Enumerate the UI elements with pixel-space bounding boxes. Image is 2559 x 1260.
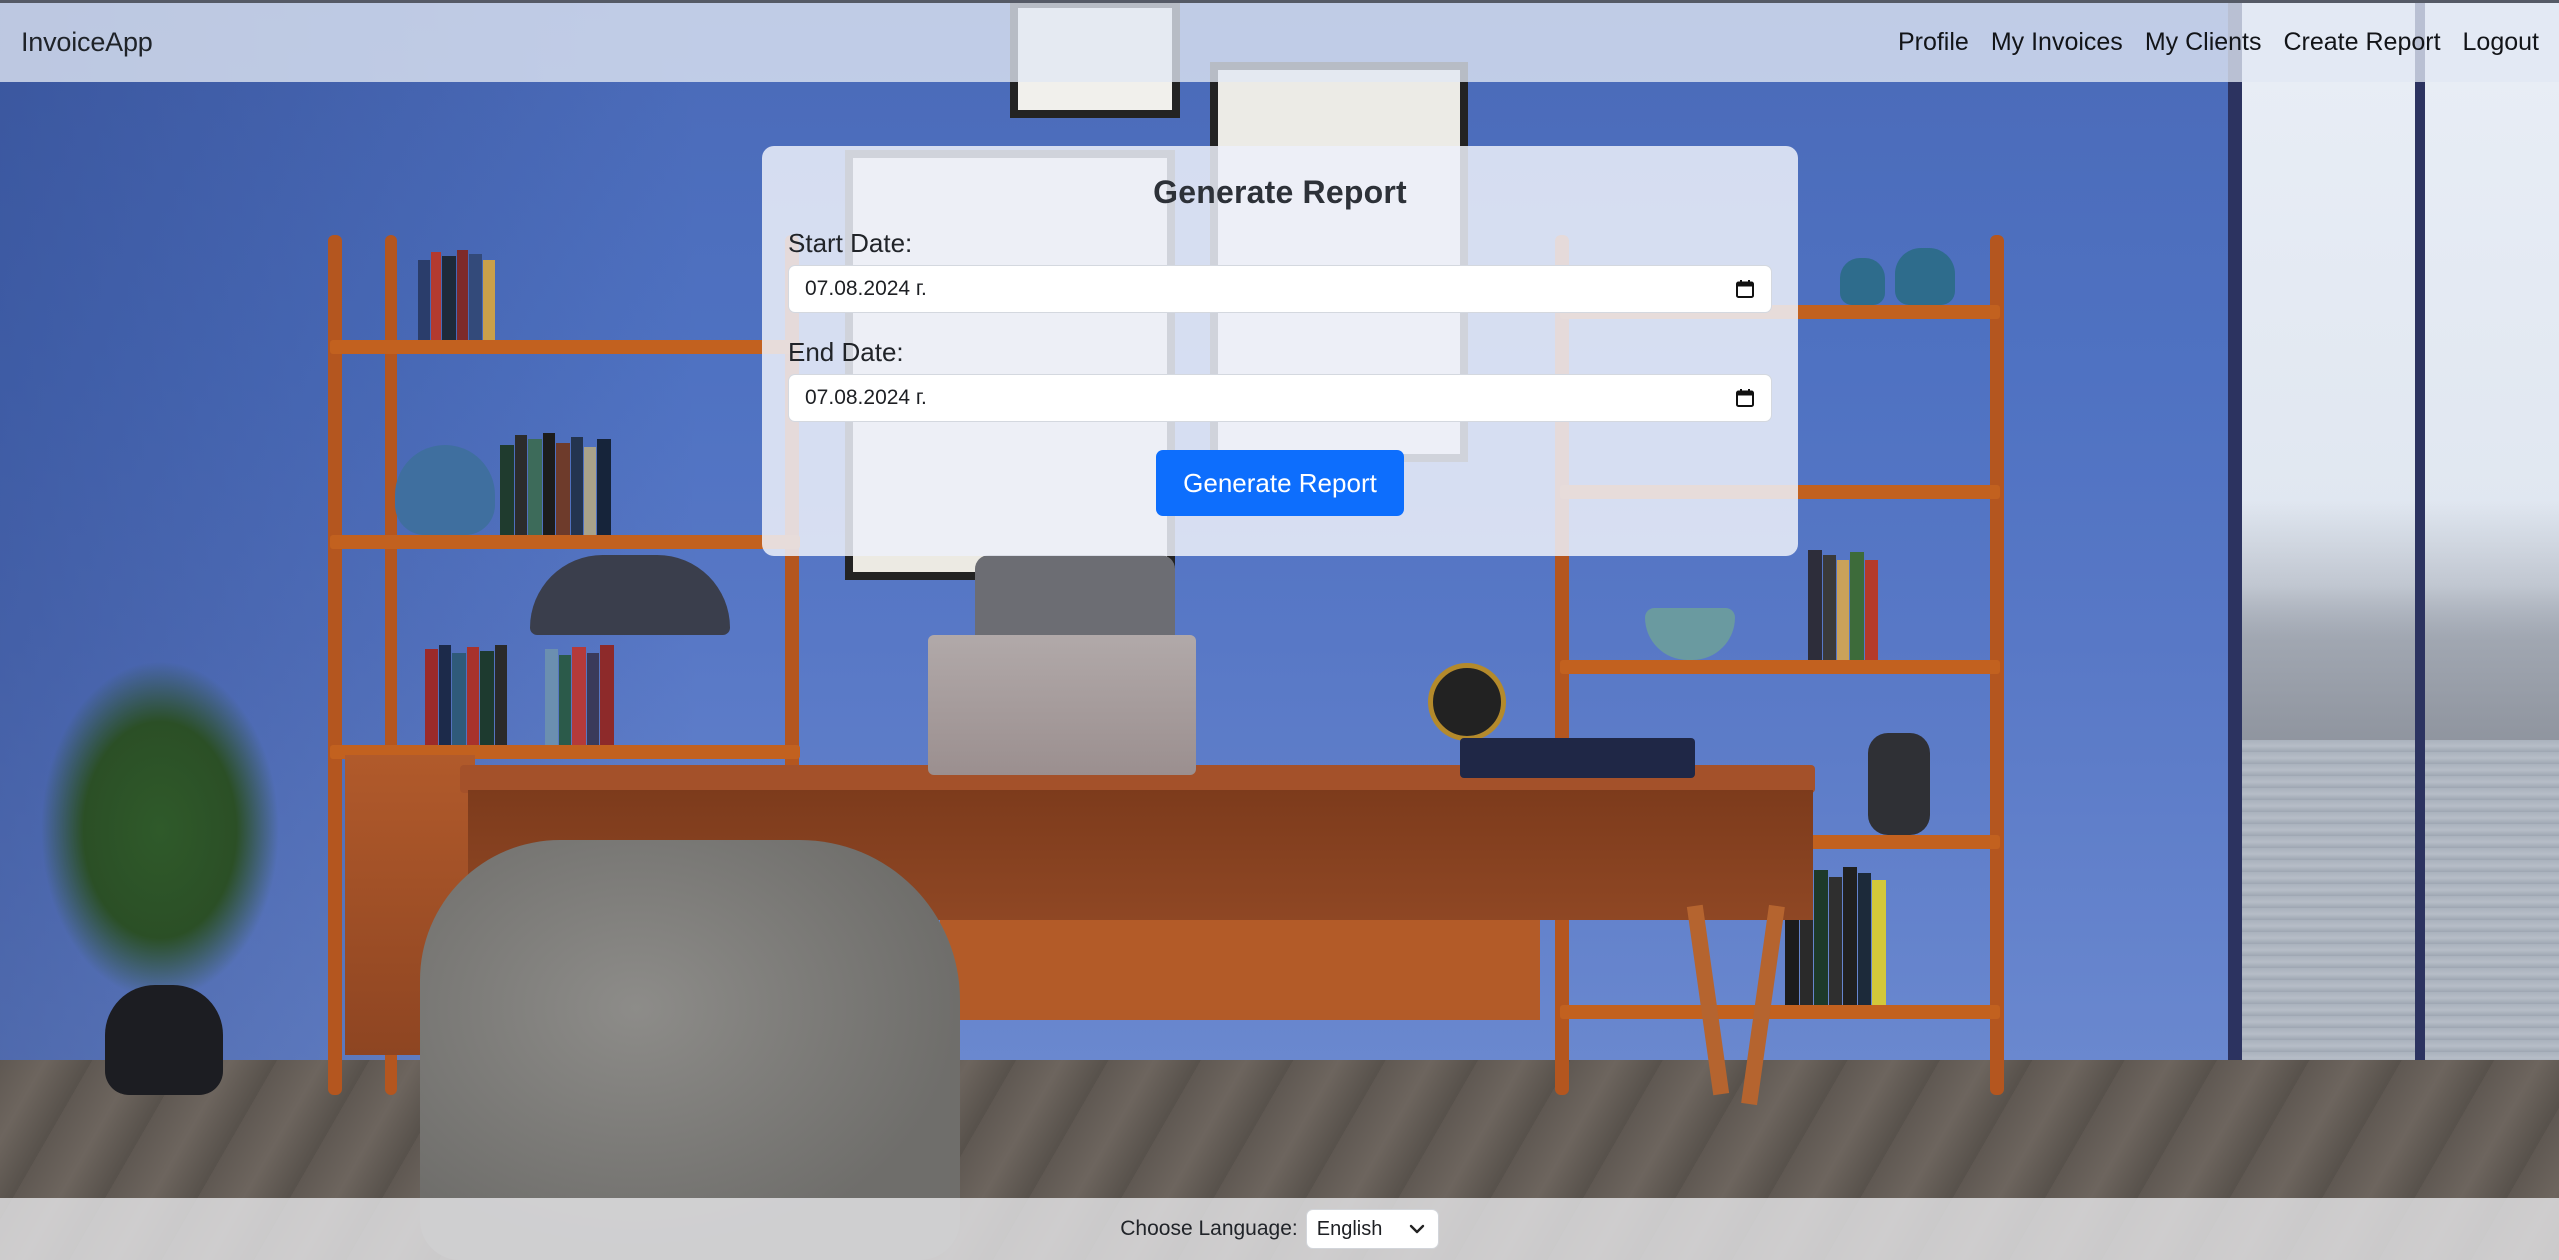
shelf-board [1560, 1005, 2000, 1019]
nav-link-my-clients[interactable]: My Clients [2145, 28, 2262, 57]
generate-report-button[interactable]: Generate Report [1156, 450, 1404, 516]
books [1808, 545, 1958, 660]
desk-drawers [940, 920, 1540, 1020]
end-date-value: 07.08.2024 г. [805, 386, 927, 409]
nav-link-my-invoices[interactable]: My Invoices [1991, 28, 2123, 57]
card-title: Generate Report [1153, 174, 1407, 210]
books [418, 248, 498, 340]
language-selected-value: English [1316, 1217, 1383, 1240]
nav-link-logout[interactable]: Logout [2463, 28, 2539, 57]
laptop [928, 635, 1196, 775]
calendar-icon[interactable] [1735, 388, 1755, 408]
footer: Choose Language: English [0, 1198, 2559, 1260]
shelf-board [330, 535, 800, 549]
start-date-value: 07.08.2024 г. [805, 277, 927, 300]
vase [1840, 258, 1885, 305]
vase [1868, 733, 1930, 835]
window-mullion [2415, 0, 2425, 1120]
generate-report-card: Generate Report Start Date: 07.08.2024 г… [762, 146, 1798, 556]
nav-link-create-report[interactable]: Create Report [2284, 28, 2441, 57]
plant-pot [105, 985, 223, 1095]
armchair [420, 840, 960, 1260]
shelf-post [328, 235, 342, 1095]
start-date-label: Start Date: [788, 228, 913, 258]
books [425, 645, 675, 745]
nav-link-profile[interactable]: Profile [1898, 28, 1969, 57]
desk-clock [1428, 663, 1506, 741]
plant [40, 660, 280, 1000]
language-label: Choose Language: [1120, 1217, 1298, 1240]
window-water [2240, 740, 2559, 1065]
vase [395, 445, 495, 535]
end-date-input[interactable]: 07.08.2024 г. [788, 374, 1772, 422]
language-select[interactable]: English [1305, 1209, 1439, 1249]
chevron-down-icon [1406, 1218, 1428, 1240]
shelf-board [330, 340, 800, 354]
window-mullion [2228, 0, 2242, 1120]
end-date-label: End Date: [788, 337, 904, 367]
desk-tray [1460, 738, 1695, 778]
books [500, 430, 650, 535]
submit-wrap: Generate Report [788, 450, 1772, 516]
shelf-board [1560, 660, 2000, 674]
calendar-icon[interactable] [1735, 279, 1755, 299]
app-root: InvoiceApp Profile My Invoices My Client… [0, 0, 2559, 1260]
brand-link[interactable]: InvoiceApp [21, 27, 153, 58]
nav-links: Profile My Invoices My Clients Create Re… [1898, 28, 2539, 57]
vase [1895, 248, 1955, 305]
start-date-input[interactable]: 07.08.2024 г. [788, 265, 1772, 313]
window-city [2240, 500, 2559, 740]
navbar: InvoiceApp Profile My Invoices My Client… [0, 0, 2559, 82]
